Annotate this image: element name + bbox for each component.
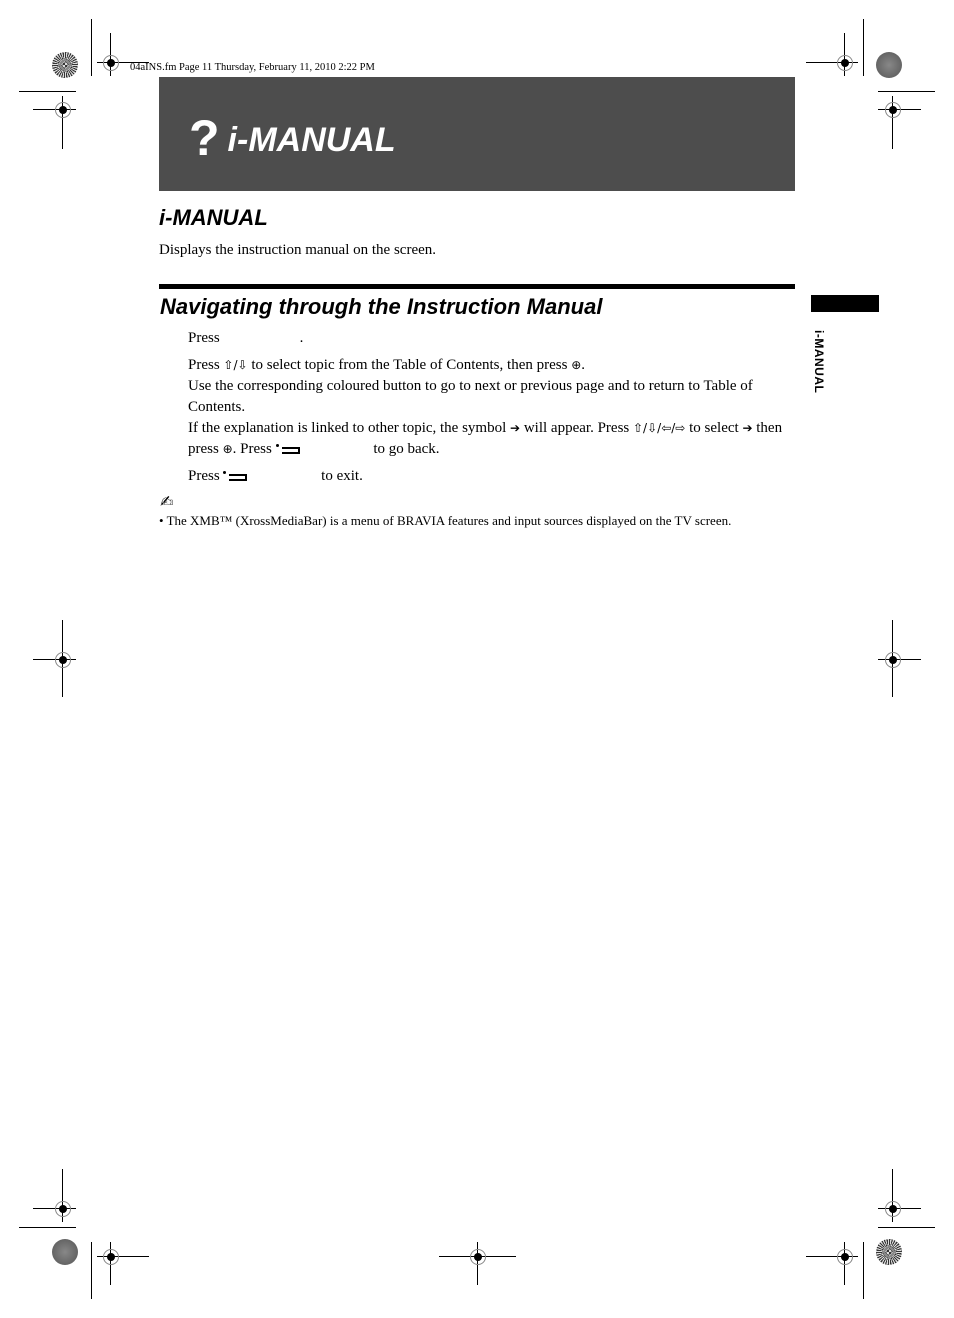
- link-symbol-icon: ➔: [742, 421, 753, 435]
- chapter-title: ? i-MANUAL: [189, 109, 396, 167]
- registration-target-icon: [470, 1249, 486, 1265]
- registration-target-icon: [885, 102, 901, 118]
- color-target-icon: [52, 52, 78, 78]
- registration-target-icon: [103, 1249, 119, 1265]
- up-down-arrows-icon: ⇧/⇩: [223, 358, 248, 372]
- crop-mark: [863, 19, 864, 76]
- registration-target-icon: [55, 102, 71, 118]
- side-tab-marker: [811, 295, 879, 312]
- file-info: 04aINS.fm Page 11 Thursday, February 11,…: [130, 62, 375, 73]
- color-target-icon: [876, 52, 902, 78]
- section-title: i-MANUAL: [159, 205, 268, 230]
- chapter-title-text: i-MANUAL: [227, 121, 396, 159]
- step-text: Use the corresponding coloured button to…: [188, 378, 753, 415]
- crop-mark: [878, 1227, 935, 1228]
- chapter-header: ? i-MANUAL: [159, 77, 795, 191]
- step-text: If the explanation is linked to other to…: [188, 420, 511, 436]
- registration-target-icon: [885, 652, 901, 668]
- enter-button-icon: ⊕: [571, 358, 582, 372]
- registration-target-icon: [837, 1249, 853, 1265]
- step-text: Press: [188, 468, 224, 484]
- step-text: . Press: [232, 441, 276, 457]
- step-2: Press ⇧/⇩ to select topic from the Table…: [188, 355, 796, 460]
- note-text: • The XMB™ (XrossMediaBar) is a menu of …: [159, 513, 732, 528]
- crop-mark: [19, 91, 76, 92]
- registration-target-icon: [103, 55, 119, 71]
- step-text: .: [299, 330, 304, 346]
- pencil-note-icon: ✍: [160, 492, 174, 511]
- crop-mark: [19, 1227, 76, 1228]
- registration-target-icon: [885, 1201, 901, 1217]
- color-target-icon: [52, 1239, 78, 1265]
- enter-button-icon: ⊕: [222, 442, 233, 456]
- color-target-icon: [876, 1239, 902, 1265]
- subsection-title: Navigating through the Instruction Manua…: [160, 294, 603, 319]
- step-3: Press to exit.: [188, 466, 796, 487]
- section-divider: [159, 284, 795, 289]
- registration-target-icon: [55, 652, 71, 668]
- step-text: to go back.: [369, 441, 440, 457]
- crop-mark: [91, 1242, 92, 1299]
- crop-mark: [863, 1242, 864, 1299]
- crop-mark: [878, 91, 935, 92]
- step-text: to exit.: [317, 468, 363, 484]
- side-tab-label: i-MANUAL: [812, 330, 826, 394]
- registration-target-icon: [837, 55, 853, 71]
- section-description: Displays the instruction manual on the s…: [159, 242, 437, 258]
- arrow-keys-icon: ⇧/⇩/⇦/⇨: [633, 421, 686, 435]
- steps-list: Press. Press ⇧/⇩ to select topic from th…: [188, 328, 796, 487]
- step-text: to select topic from the Table of Conten…: [247, 357, 572, 373]
- link-symbol-icon: ➔: [510, 421, 521, 435]
- question-icon: ?: [189, 110, 220, 166]
- step-text: Press: [188, 330, 220, 346]
- step-text: will appear. Press: [520, 420, 633, 436]
- step-text: .: [581, 357, 585, 373]
- step-1: Press.: [188, 328, 796, 349]
- crop-mark: [91, 19, 92, 76]
- return-icon: [275, 444, 300, 454]
- step-text: to select: [685, 420, 743, 436]
- registration-target-icon: [55, 1201, 71, 1217]
- step-text: Press: [188, 357, 224, 373]
- return-icon: [223, 471, 248, 481]
